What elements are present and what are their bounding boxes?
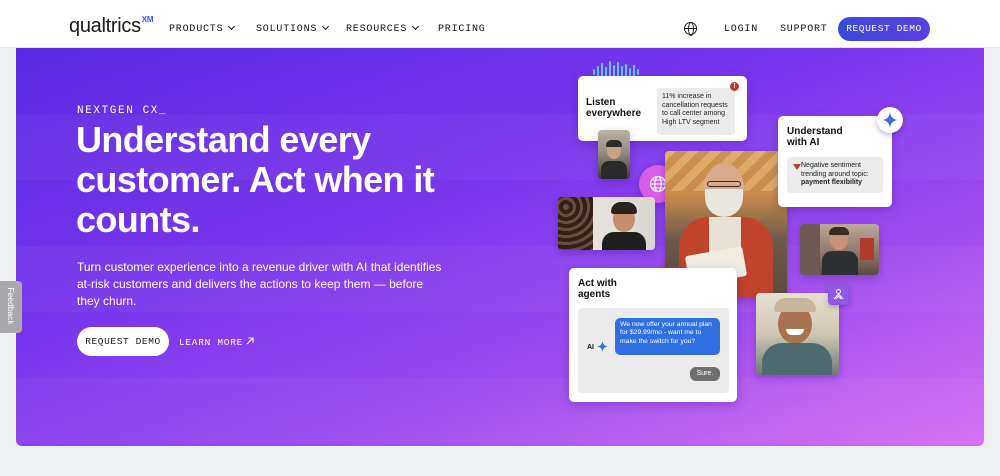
customer-photo-woman-glasses	[558, 197, 655, 250]
understand-with-ai-card: Understand with AI Negative sentiment tre…	[778, 116, 892, 207]
sparkle-icon	[882, 112, 898, 128]
hero-section: NEXTGEN CX_ Understand every customer. A…	[16, 48, 984, 446]
logo-text: qualtrics	[69, 15, 141, 37]
nav-products[interactable]: PRODUCTS	[169, 22, 236, 35]
feedback-label: Feedback	[6, 287, 16, 325]
nav-resources-label: RESOURCES	[346, 24, 408, 35]
hero-request-demo-button[interactable]: REQUEST DEMO	[77, 327, 169, 356]
feedback-tab[interactable]: Feedback	[0, 281, 22, 333]
person-network-icon	[833, 289, 844, 300]
ai-insight-topic: payment flexibility	[801, 179, 863, 186]
logo-xm: XM	[141, 15, 154, 24]
customer-photo-man-phone	[800, 224, 879, 275]
chevron-down-icon	[412, 22, 420, 31]
ai-title-line2: with AI	[787, 137, 820, 148]
nav-solutions[interactable]: SOLUTIONS	[256, 22, 330, 35]
nav-pricing[interactable]: PRICING	[438, 24, 486, 35]
ai-title-line1: Understand	[787, 126, 843, 137]
globe-icon[interactable]	[684, 22, 697, 36]
listen-title-line1: Listen	[586, 97, 616, 108]
nav-resources[interactable]: RESOURCES	[346, 22, 420, 35]
listen-insight: 11% increase in cancellation requests to…	[657, 88, 735, 135]
chevron-down-icon	[228, 22, 236, 31]
request-demo-button[interactable]: REQUEST DEMO	[838, 17, 930, 41]
agents-title-line2: agents	[578, 289, 611, 300]
qualtrics-logo[interactable]: qualtricsXM	[69, 15, 153, 38]
hero-headline: Understand every customer. Act when it c…	[76, 119, 435, 240]
chat-panel: AI We now offer your annual plan for $29…	[578, 308, 729, 393]
sparkle-icon	[597, 341, 608, 352]
customer-reply-bubble: Sure.	[690, 367, 720, 381]
top-navigation: qualtricsXM PRODUCTS SOLUTIONS RESOURCES…	[0, 0, 1000, 48]
agent-badge	[828, 284, 849, 305]
agents-card-title: Act with agents	[578, 278, 617, 300]
nav-products-label: PRODUCTS	[169, 24, 224, 35]
ai-card-title: Understand with AI	[787, 126, 843, 148]
agents-title-line1: Act with	[578, 278, 617, 289]
act-with-agents-card: Act with agents AI We now offer your annu…	[569, 268, 737, 402]
hero-eyebrow: NEXTGEN CX_	[77, 105, 168, 117]
customer-photo-man-cap	[598, 130, 630, 179]
nav-solutions-label: SOLUTIONS	[256, 24, 318, 35]
learn-more-link[interactable]: LEARN MORE	[179, 337, 243, 348]
customer-photo-smiling-woman	[756, 293, 839, 375]
ai-insight: Negative sentiment trending around topic…	[787, 157, 883, 193]
login-link[interactable]: LOGIN	[724, 24, 758, 35]
ai-agent-label: AI	[587, 344, 594, 351]
chevron-down-icon	[322, 22, 330, 31]
ai-insight-text: Negative sentiment trending around topic…	[801, 162, 869, 178]
hero-stripe	[16, 378, 984, 444]
listen-card-title: Listen everywhere	[586, 97, 641, 119]
nav-pricing-label: PRICING	[438, 24, 486, 35]
listen-title-line2: everywhere	[586, 108, 642, 119]
agent-message-bubble: We now offer your annual plan for $29.99…	[615, 318, 720, 355]
trend-down-icon	[793, 164, 801, 170]
support-link[interactable]: SUPPORT	[780, 24, 828, 35]
hero-subtext: Turn customer experience into a revenue …	[77, 260, 442, 308]
arrow-up-right-icon[interactable]	[245, 336, 255, 346]
ai-sparkle-badge	[877, 107, 903, 133]
alert-icon: !	[730, 82, 739, 91]
